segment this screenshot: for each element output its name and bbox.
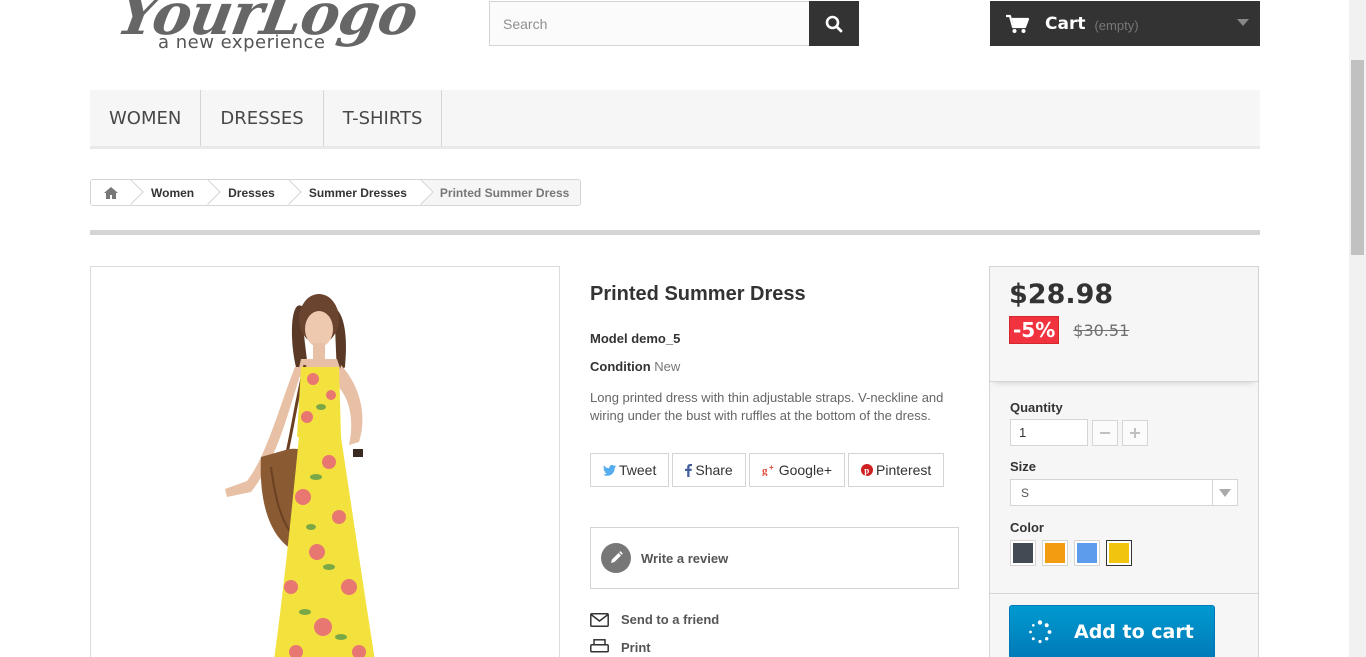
google-plus-icon: g +: [762, 464, 774, 476]
chevron-down-icon: [1212, 480, 1237, 505]
product-condition: Condition New: [590, 359, 960, 374]
write-review-link[interactable]: Write a review: [641, 551, 728, 566]
quantity-input[interactable]: [1010, 419, 1088, 446]
swatch-fill: [1045, 543, 1065, 563]
swatch-fill: [1077, 543, 1097, 563]
logo-tagline: a new experience: [158, 32, 326, 53]
price-area: $28.98 -5% $30.51: [990, 267, 1258, 382]
plus-icon: [1130, 427, 1140, 438]
product-image[interactable]: [90, 266, 560, 657]
svg-text:+: +: [769, 464, 774, 472]
quantity-increase-button[interactable]: [1122, 419, 1148, 446]
twitter-icon: [603, 464, 616, 476]
menu-item-tshirts[interactable]: T-SHIRTS: [324, 90, 443, 146]
swatch-fill: [1013, 543, 1033, 563]
tweet-button[interactable]: Tweet: [590, 453, 670, 487]
search-input[interactable]: [489, 1, 809, 46]
breadcrumb-home[interactable]: [91, 180, 131, 205]
swatch-fill: [1109, 543, 1129, 563]
model-label: Model: [590, 331, 628, 346]
page-scrollbar[interactable]: [1349, 0, 1366, 657]
color-swatch[interactable]: [1074, 540, 1100, 566]
product-title: Printed Summer Dress: [590, 283, 806, 305]
cart-label: Cart: [1045, 13, 1086, 34]
color-swatch[interactable]: [1106, 540, 1132, 566]
buy-box: $28.98 -5% $30.51 Quantity Size S Color: [989, 266, 1259, 657]
divider: [990, 593, 1258, 594]
facebook-icon: [685, 463, 693, 477]
svg-text:g: g: [762, 465, 768, 476]
model-value: demo_5: [631, 331, 681, 346]
main-menu: WOMEN DRESSES T-SHIRTS: [90, 90, 1260, 149]
pencil-icon: [601, 543, 631, 573]
product-info: Printed Summer Dress Model demo_5 Condit…: [590, 266, 960, 655]
condition-value: New: [654, 359, 681, 374]
printer-icon: [590, 639, 609, 653]
search-button[interactable]: [809, 1, 859, 46]
share-label: Share: [695, 462, 733, 478]
print-label: Print: [621, 639, 651, 655]
color-swatches: [1010, 540, 1239, 566]
menu-item-women[interactable]: WOMEN: [90, 90, 202, 146]
write-review-box[interactable]: Write a review: [590, 527, 959, 589]
product-model: Model demo_5: [590, 331, 960, 346]
loading-spinner-icon: [1029, 620, 1052, 644]
breadcrumb: Women Dresses Summer Dresses Printed Sum…: [90, 179, 582, 206]
facebook-share-button[interactable]: Share: [672, 453, 746, 487]
color-label: Color: [1010, 520, 1044, 535]
product-options: Quantity Size S Color: [990, 382, 1258, 566]
minus-icon: [1100, 431, 1110, 434]
discount-badge: -5%: [1009, 316, 1060, 344]
discount-row: -5% $30.51: [1009, 316, 1239, 344]
product-photo: [225, 294, 375, 657]
send-friend-label: Send to a friend: [621, 612, 720, 627]
tweet-label: Tweet: [619, 462, 657, 478]
chevron-down-icon: [1237, 19, 1249, 26]
pinterest-icon: p: [861, 464, 874, 476]
quantity-stepper: [1010, 419, 1239, 446]
svg-text:p: p: [864, 466, 869, 476]
quantity-decrease-button[interactable]: [1092, 419, 1118, 446]
size-selected-value: S: [1021, 485, 1030, 500]
envelope-icon: [590, 612, 609, 627]
social-share: Tweet Share g + Google+ p Pinterest: [590, 453, 960, 487]
site-logo[interactable]: YourLogo a new experience: [112, 0, 422, 57]
old-price: $30.51: [1073, 320, 1130, 340]
send-to-friend[interactable]: Send to a friend: [590, 612, 960, 627]
google-plus-button[interactable]: g + Google+: [748, 453, 846, 487]
pinterest-label: Pinterest: [876, 462, 932, 478]
shopping-cart-icon: [1006, 14, 1029, 33]
google-plus-label: Google+: [778, 462, 833, 478]
breadcrumb-current: Printed Summer Dress: [439, 185, 570, 200]
size-select[interactable]: S: [1010, 479, 1238, 506]
menu-item-dresses[interactable]: DRESSES: [201, 90, 324, 146]
color-swatch[interactable]: [1010, 540, 1036, 566]
cart-status: (empty): [1094, 17, 1139, 33]
condition-label: Condition: [590, 359, 651, 374]
add-to-cart-button[interactable]: Add to cart: [1009, 605, 1215, 657]
color-swatch[interactable]: [1042, 540, 1068, 566]
search-icon: [825, 15, 843, 32]
home-icon: [104, 186, 118, 199]
product-price: $28.98: [1009, 279, 1114, 310]
breadcrumb-item-summer-dresses[interactable]: Summer Dresses: [288, 180, 421, 205]
cart-block[interactable]: Cart (empty): [990, 1, 1260, 46]
product-description: Long printed dress with thin adjustable …: [590, 390, 944, 423]
add-to-cart-label: Add to cart: [1074, 621, 1194, 643]
search-bar: [489, 1, 859, 46]
scrollbar-thumb[interactable]: [1351, 60, 1364, 255]
divider: [90, 230, 1260, 235]
quantity-label: Quantity: [1010, 400, 1063, 415]
pinterest-button[interactable]: p Pinterest: [848, 453, 945, 487]
print-link[interactable]: Print: [590, 639, 960, 655]
size-label: Size: [1010, 459, 1037, 474]
